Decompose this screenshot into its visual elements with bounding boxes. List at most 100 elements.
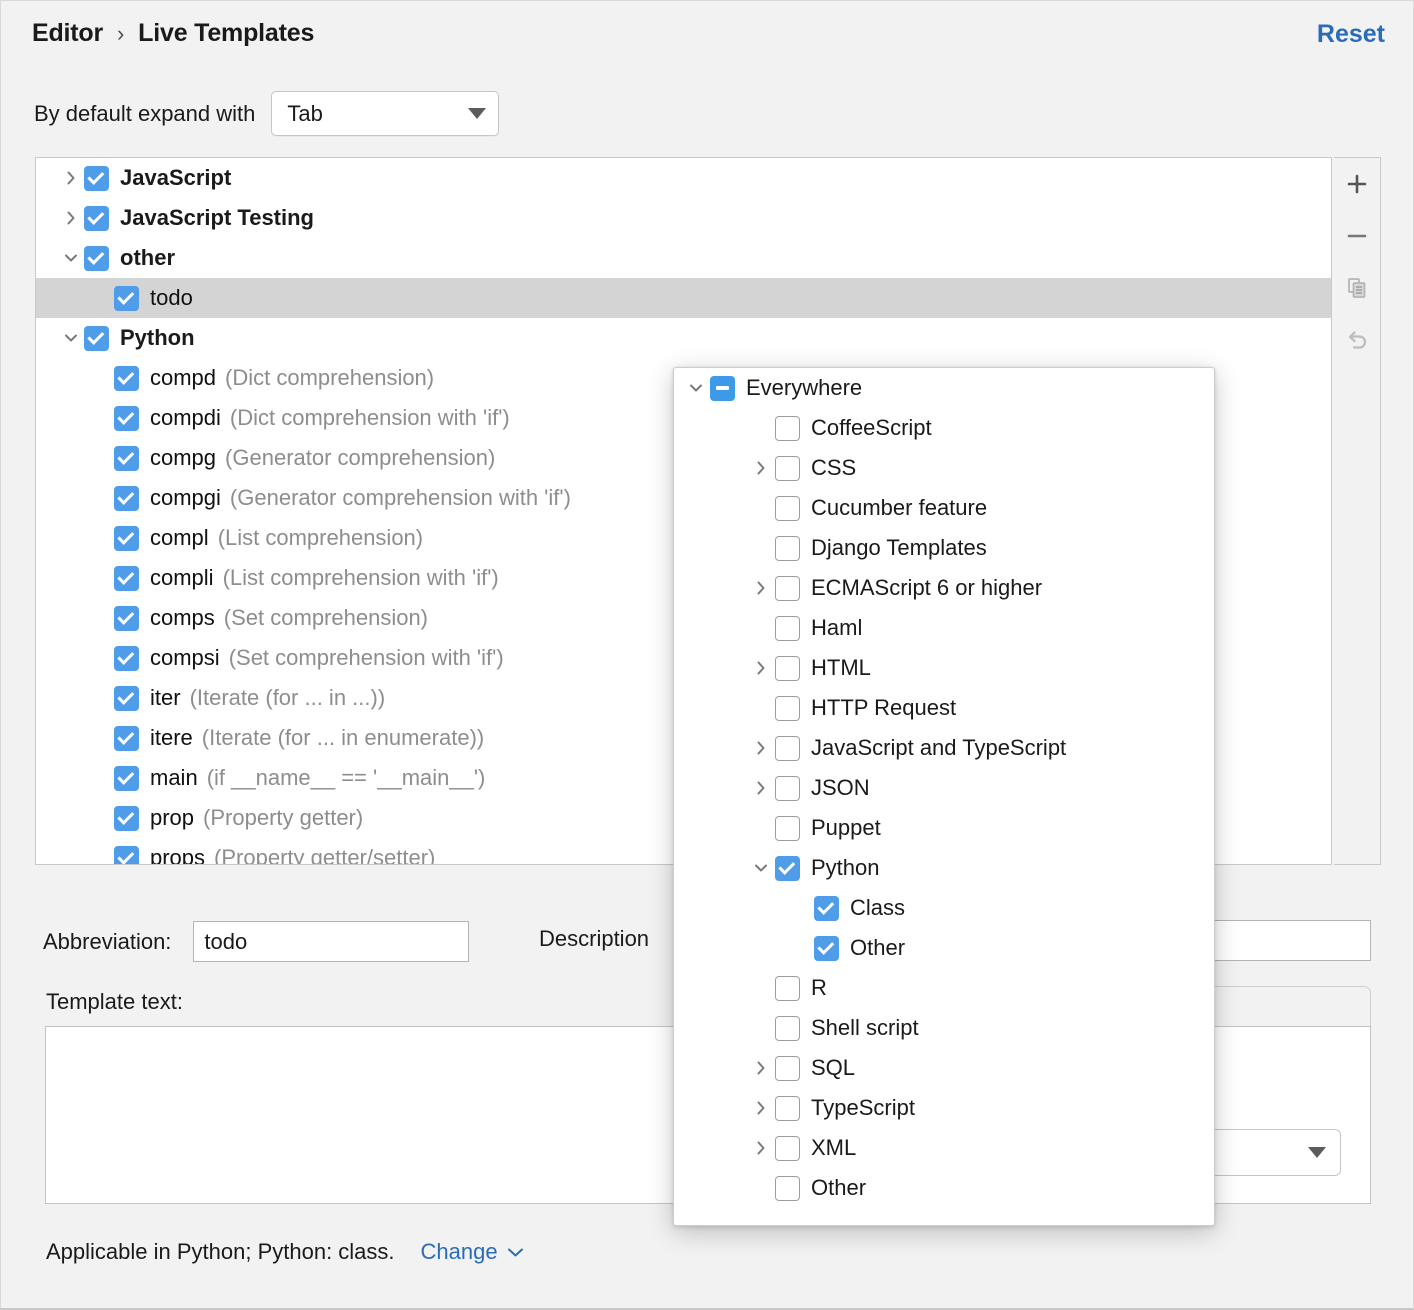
context-tree-row[interactable]: JSON bbox=[674, 768, 1214, 808]
context-twisty[interactable] bbox=[747, 1058, 775, 1078]
context-tree-row[interactable]: ECMAScript 6 or higher bbox=[674, 568, 1214, 608]
group-twisty[interactable] bbox=[58, 328, 84, 348]
template-checkbox[interactable] bbox=[114, 366, 139, 391]
context-twisty[interactable] bbox=[747, 1138, 775, 1158]
context-checkbox[interactable] bbox=[775, 656, 800, 681]
add-template-button[interactable] bbox=[1334, 158, 1380, 210]
context-twisty[interactable] bbox=[747, 738, 775, 758]
group-twisty[interactable] bbox=[58, 208, 84, 228]
context-tree-row[interactable]: TypeScript bbox=[674, 1088, 1214, 1128]
plus-icon bbox=[1345, 172, 1369, 196]
context-checkbox[interactable] bbox=[775, 736, 800, 761]
context-label: Shell script bbox=[811, 1015, 919, 1041]
tree-template-row[interactable]: todo bbox=[36, 278, 1331, 318]
context-selection-popup[interactable]: EverywhereCoffeeScriptCSSCucumber featur… bbox=[673, 367, 1215, 1226]
context-checkbox[interactable] bbox=[775, 496, 800, 521]
context-tree-row[interactable]: R bbox=[674, 968, 1214, 1008]
context-twisty[interactable] bbox=[747, 778, 775, 798]
template-checkbox[interactable] bbox=[114, 766, 139, 791]
abbreviation-row: Abbreviation: todo bbox=[43, 921, 469, 962]
tree-group-row[interactable]: JavaScript bbox=[36, 158, 1331, 198]
context-tree-row[interactable]: CoffeeScript bbox=[674, 408, 1214, 448]
context-checkbox[interactable] bbox=[775, 456, 800, 481]
remove-template-button[interactable] bbox=[1334, 210, 1380, 262]
template-checkbox[interactable] bbox=[114, 606, 139, 631]
context-tree-row[interactable]: Django Templates bbox=[674, 528, 1214, 568]
tree-group-row[interactable]: Python bbox=[36, 318, 1331, 358]
context-checkbox[interactable] bbox=[710, 376, 735, 401]
context-tree-row[interactable]: SQL bbox=[674, 1048, 1214, 1088]
context-twisty[interactable] bbox=[747, 858, 775, 878]
context-checkbox[interactable] bbox=[775, 856, 800, 881]
template-checkbox[interactable] bbox=[114, 446, 139, 471]
group-checkbox[interactable] bbox=[84, 326, 109, 351]
context-checkbox[interactable] bbox=[775, 616, 800, 641]
group-twisty[interactable] bbox=[58, 168, 84, 188]
chevron-right-icon bbox=[751, 738, 771, 758]
tree-group-row[interactable]: other bbox=[36, 238, 1331, 278]
context-checkbox[interactable] bbox=[775, 1136, 800, 1161]
context-checkbox[interactable] bbox=[775, 1096, 800, 1121]
context-tree-row[interactable]: Python bbox=[674, 848, 1214, 888]
chevron-down-icon bbox=[751, 858, 771, 878]
context-twisty[interactable] bbox=[747, 1098, 775, 1118]
context-tree-row[interactable]: CSS bbox=[674, 448, 1214, 488]
default-expand-value: Tab bbox=[287, 101, 468, 127]
context-checkbox[interactable] bbox=[775, 696, 800, 721]
context-tree-row[interactable]: Class bbox=[674, 888, 1214, 928]
template-abbreviation: prop bbox=[150, 805, 194, 831]
minus-icon bbox=[1345, 224, 1369, 248]
template-checkbox[interactable] bbox=[114, 726, 139, 751]
template-checkbox[interactable] bbox=[114, 686, 139, 711]
group-checkbox[interactable] bbox=[84, 206, 109, 231]
context-tree-row[interactable]: Cucumber feature bbox=[674, 488, 1214, 528]
context-tree-row[interactable]: Shell script bbox=[674, 1008, 1214, 1048]
context-checkbox[interactable] bbox=[814, 896, 839, 921]
context-checkbox[interactable] bbox=[775, 416, 800, 441]
context-tree[interactable]: EverywhereCoffeeScriptCSSCucumber featur… bbox=[674, 368, 1214, 1208]
breadcrumb-root[interactable]: Editor bbox=[32, 19, 103, 48]
context-tree-row[interactable]: Everywhere bbox=[674, 368, 1214, 408]
template-checkbox[interactable] bbox=[114, 486, 139, 511]
context-tree-row[interactable]: HTML bbox=[674, 648, 1214, 688]
template-checkbox[interactable] bbox=[114, 406, 139, 431]
reset-button[interactable]: Reset bbox=[1317, 20, 1385, 49]
template-checkbox[interactable] bbox=[114, 646, 139, 671]
context-checkbox[interactable] bbox=[775, 776, 800, 801]
context-checkbox[interactable] bbox=[775, 1056, 800, 1081]
context-twisty[interactable] bbox=[747, 458, 775, 478]
chevron-down-icon bbox=[1308, 1147, 1326, 1158]
context-checkbox[interactable] bbox=[775, 976, 800, 1001]
context-checkbox[interactable] bbox=[814, 936, 839, 961]
context-tree-row[interactable]: Haml bbox=[674, 608, 1214, 648]
group-checkbox[interactable] bbox=[84, 166, 109, 191]
tree-group-row[interactable]: JavaScript Testing bbox=[36, 198, 1331, 238]
group-twisty[interactable] bbox=[58, 248, 84, 268]
context-checkbox[interactable] bbox=[775, 1176, 800, 1201]
context-tree-row[interactable]: Other bbox=[674, 1168, 1214, 1208]
context-tree-row[interactable]: Other bbox=[674, 928, 1214, 968]
group-checkbox[interactable] bbox=[84, 246, 109, 271]
context-checkbox[interactable] bbox=[775, 576, 800, 601]
change-context-button[interactable]: Change bbox=[421, 1239, 524, 1265]
context-twisty[interactable] bbox=[747, 578, 775, 598]
context-checkbox[interactable] bbox=[775, 536, 800, 561]
duplicate-template-button[interactable] bbox=[1334, 262, 1380, 314]
context-tree-row[interactable]: JavaScript and TypeScript bbox=[674, 728, 1214, 768]
default-expand-dropdown[interactable]: Tab bbox=[271, 91, 499, 136]
template-abbreviation: main bbox=[150, 765, 198, 791]
template-checkbox[interactable] bbox=[114, 806, 139, 831]
template-checkbox[interactable] bbox=[114, 566, 139, 591]
context-twisty[interactable] bbox=[747, 658, 775, 678]
revert-changes-button[interactable] bbox=[1334, 314, 1380, 366]
template-checkbox[interactable] bbox=[114, 286, 139, 311]
context-tree-row[interactable]: Puppet bbox=[674, 808, 1214, 848]
abbreviation-input[interactable]: todo bbox=[193, 921, 469, 962]
context-twisty[interactable] bbox=[682, 378, 710, 398]
context-tree-row[interactable]: XML bbox=[674, 1128, 1214, 1168]
context-checkbox[interactable] bbox=[775, 816, 800, 841]
template-checkbox[interactable] bbox=[114, 526, 139, 551]
context-checkbox[interactable] bbox=[775, 1016, 800, 1041]
template-checkbox[interactable] bbox=[114, 846, 139, 865]
context-tree-row[interactable]: HTTP Request bbox=[674, 688, 1214, 728]
